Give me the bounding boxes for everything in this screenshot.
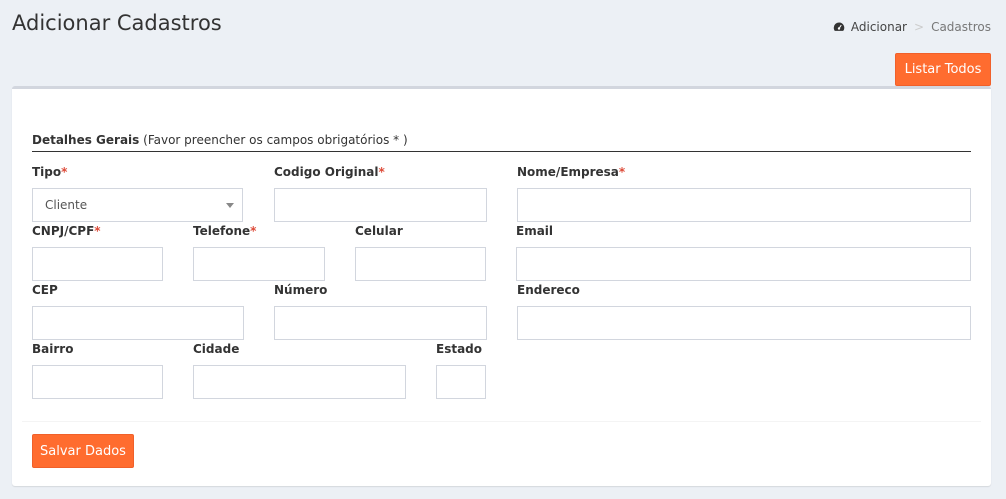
email-input[interactable]: [516, 247, 971, 281]
bairro-label: Bairro: [32, 342, 74, 356]
legend-note: (Favor preencher os campos obrigatórios …: [143, 133, 408, 147]
form-divider: [22, 421, 981, 422]
estado-group: Estado: [436, 342, 486, 399]
telefone-label: Telefone*: [193, 224, 257, 238]
breadcrumb: Adicionar > Cadastros: [833, 20, 991, 34]
cep-label: CEP: [32, 283, 58, 297]
telefone-input[interactable]: [193, 247, 325, 281]
tipo-selected-value: Cliente: [45, 198, 88, 212]
form-box: Detalhes Gerais (Favor preencher os camp…: [12, 86, 991, 486]
telefone-group: Telefone*: [193, 224, 325, 281]
numero-label: Número: [274, 283, 328, 297]
save-button[interactable]: Salvar Dados: [32, 434, 134, 468]
tipo-select[interactable]: Cliente: [32, 188, 243, 222]
cnpj-cpf-group: CNPJ/CPF*: [32, 224, 163, 281]
nome-empresa-group: Nome/Empresa*: [517, 165, 971, 222]
bairro-input[interactable]: [32, 365, 163, 399]
breadcrumb-separator: >: [914, 20, 925, 34]
cidade-group: Cidade: [193, 342, 406, 399]
celular-input[interactable]: [355, 247, 486, 281]
email-group: Email: [516, 224, 971, 281]
numero-group: Número: [274, 283, 487, 340]
cidade-input[interactable]: [193, 365, 406, 399]
cnpj-cpf-input[interactable]: [32, 247, 163, 281]
tipo-group: Tipo* Cliente: [32, 165, 243, 222]
cep-group: CEP: [32, 283, 244, 340]
endereco-label: Endereco: [517, 283, 580, 297]
codigo-original-label: Codigo Original*: [274, 165, 385, 179]
section-legend: Detalhes Gerais (Favor preencher os camp…: [32, 133, 971, 152]
cep-input[interactable]: [32, 306, 244, 340]
email-label: Email: [516, 224, 554, 238]
numero-input[interactable]: [274, 306, 487, 340]
nome-empresa-input[interactable]: [517, 188, 971, 222]
cidade-label: Cidade: [193, 342, 240, 356]
estado-input[interactable]: [436, 365, 486, 399]
nome-empresa-label: Nome/Empresa*: [517, 165, 626, 179]
page-title: Adicionar Cadastros: [12, 11, 222, 35]
chevron-down-icon: [226, 203, 234, 208]
legend-title: Detalhes Gerais: [32, 133, 140, 147]
endereco-group: Endereco: [517, 283, 971, 340]
celular-label: Celular: [355, 224, 403, 238]
dashboard-icon: [833, 22, 845, 31]
breadcrumb-home[interactable]: Adicionar: [851, 20, 907, 34]
breadcrumb-current: Cadastros: [931, 20, 991, 34]
cnpj-cpf-label: CNPJ/CPF*: [32, 224, 101, 238]
codigo-original-input[interactable]: [274, 188, 487, 222]
bairro-group: Bairro: [32, 342, 163, 399]
codigo-original-group: Codigo Original*: [274, 165, 487, 222]
estado-label: Estado: [436, 342, 483, 356]
list-all-button[interactable]: Listar Todos: [895, 53, 991, 86]
celular-group: Celular: [355, 224, 486, 281]
endereco-input[interactable]: [517, 306, 971, 340]
tipo-label: Tipo*: [32, 165, 68, 179]
